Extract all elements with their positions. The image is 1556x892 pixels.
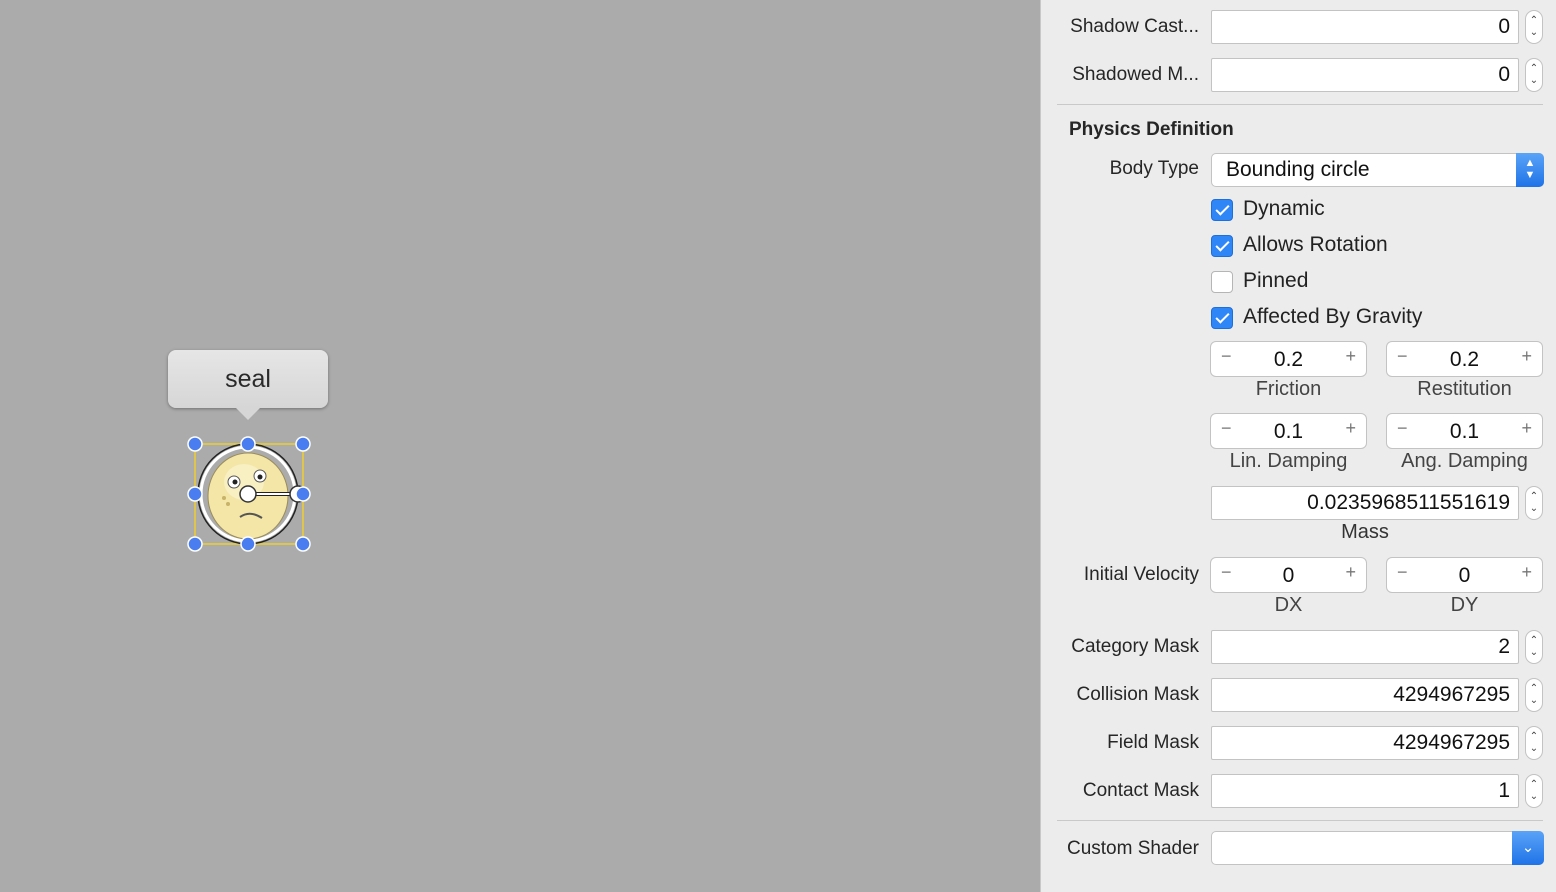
- velocity-dy-spinner[interactable]: − 0 +: [1386, 557, 1543, 593]
- contact-mask-field[interactable]: 1: [1211, 774, 1519, 808]
- increment-icon[interactable]: +: [1521, 562, 1532, 583]
- tooltip-pointer: [236, 408, 260, 420]
- allows-rotation-label: Allows Rotation: [1243, 233, 1388, 256]
- shadowed-mask-field[interactable]: 0: [1211, 58, 1519, 92]
- stepper-up-icon[interactable]: ⌃: [1526, 636, 1542, 646]
- increment-icon[interactable]: +: [1345, 346, 1356, 367]
- field-mask-field[interactable]: 4294967295: [1211, 726, 1519, 760]
- decrement-icon[interactable]: −: [1397, 562, 1408, 583]
- body-type-value: Bounding circle: [1226, 158, 1370, 181]
- stepper-down-icon[interactable]: ⌄: [1526, 648, 1542, 658]
- category-mask-field[interactable]: 2: [1211, 630, 1519, 664]
- allows-rotation-checkbox[interactable]: [1211, 235, 1233, 257]
- stepper-down-icon[interactable]: ⌄: [1526, 28, 1542, 38]
- collision-mask-stepper[interactable]: ⌃ ⌄: [1525, 678, 1543, 712]
- shadow-cast-stepper[interactable]: ⌃ ⌄: [1525, 10, 1543, 44]
- field-mask-stepper[interactable]: ⌃ ⌄: [1525, 726, 1543, 760]
- collision-mask-label: Collision Mask: [1076, 684, 1199, 705]
- seal-sprite-node[interactable]: [182, 432, 316, 556]
- restitution-label: Restitution: [1417, 378, 1512, 400]
- initial-velocity-label: Initial Velocity: [1083, 564, 1199, 585]
- scene-canvas[interactable]: seal: [0, 0, 1040, 892]
- friction-spinner[interactable]: − 0.2 +: [1210, 341, 1367, 377]
- stepper-down-icon[interactable]: ⌄: [1526, 504, 1542, 514]
- affected-by-gravity-label: Affected By Gravity: [1243, 305, 1423, 328]
- decrement-icon[interactable]: −: [1221, 418, 1232, 439]
- increment-icon[interactable]: +: [1521, 418, 1532, 439]
- increment-icon[interactable]: +: [1345, 418, 1356, 439]
- stepper-up-icon[interactable]: ⌃: [1526, 684, 1542, 694]
- category-mask-stepper[interactable]: ⌃ ⌄: [1525, 630, 1543, 664]
- section-divider: [1057, 104, 1543, 105]
- shadow-cast-field[interactable]: 0: [1211, 10, 1519, 44]
- shadowed-mask-stepper[interactable]: ⌃ ⌄: [1525, 58, 1543, 92]
- node-name-tooltip: seal: [168, 350, 328, 420]
- contact-mask-stepper[interactable]: ⌃ ⌄: [1525, 774, 1543, 808]
- mass-label: Mass: [1341, 521, 1389, 543]
- stepper-up-icon[interactable]: ⌃: [1526, 492, 1542, 502]
- velocity-dy-label: DY: [1450, 594, 1479, 616]
- decrement-icon[interactable]: −: [1221, 346, 1232, 367]
- ang-damping-value[interactable]: 0.1: [1417, 420, 1512, 444]
- stepper-up-icon[interactable]: ⌃: [1526, 16, 1542, 26]
- velocity-dy-value[interactable]: 0: [1417, 564, 1512, 588]
- physics-definition-heading: Physics Definition: [1069, 119, 1234, 140]
- contact-mask-label: Contact Mask: [1082, 780, 1199, 801]
- velocity-dx-label: DX: [1274, 594, 1303, 616]
- field-mask-label: Field Mask: [1107, 732, 1199, 753]
- custom-shader-label: Custom Shader: [1066, 838, 1199, 859]
- stepper-up-icon[interactable]: ⌃: [1526, 780, 1542, 790]
- stepper-down-icon[interactable]: ⌄: [1526, 744, 1542, 754]
- category-mask-label: Category Mask: [1071, 636, 1199, 657]
- increment-icon[interactable]: +: [1521, 346, 1532, 367]
- stepper-down-icon[interactable]: ⌄: [1526, 792, 1542, 802]
- shadow-cast-label: Shadow Cast...: [1070, 16, 1199, 37]
- attributes-inspector: Shadow Cast... 0 ⌃ ⌄ Shadowed M... 0 ⌃ ⌄…: [1040, 0, 1556, 892]
- stepper-down-icon[interactable]: ⌄: [1526, 696, 1542, 706]
- custom-shader-popup[interactable]: ⌄: [1211, 831, 1544, 865]
- body-type-popup[interactable]: Bounding circle ▲ ▼: [1211, 153, 1544, 187]
- ang-damping-spinner[interactable]: − 0.1 +: [1386, 413, 1543, 449]
- affected-by-gravity-checkbox[interactable]: [1211, 307, 1233, 329]
- shadowed-mask-label: Shadowed M...: [1072, 64, 1199, 85]
- chevron-down-icon: ⌄: [1512, 831, 1544, 865]
- dynamic-checkbox[interactable]: [1211, 199, 1233, 221]
- restitution-spinner[interactable]: − 0.2 +: [1386, 341, 1543, 377]
- lin-damping-label: Lin. Damping: [1229, 450, 1348, 472]
- pinned-checkbox[interactable]: [1211, 271, 1233, 293]
- popup-arrows-icon: ▲ ▼: [1516, 153, 1544, 187]
- decrement-icon[interactable]: −: [1397, 418, 1408, 439]
- collision-mask-field[interactable]: 4294967295: [1211, 678, 1519, 712]
- friction-label: Friction: [1255, 378, 1322, 400]
- friction-value[interactable]: 0.2: [1241, 348, 1336, 372]
- node-name-label: seal: [225, 365, 271, 393]
- lin-damping-spinner[interactable]: − 0.1 +: [1210, 413, 1367, 449]
- body-type-label: Body Type: [1109, 158, 1199, 179]
- stepper-up-icon[interactable]: ⌃: [1526, 732, 1542, 742]
- ang-damping-label: Ang. Damping: [1401, 450, 1528, 472]
- decrement-icon[interactable]: −: [1397, 346, 1408, 367]
- mass-stepper[interactable]: ⌃ ⌄: [1525, 486, 1543, 520]
- stepper-up-icon[interactable]: ⌃: [1526, 64, 1542, 74]
- seal-sprite-icon: [187, 436, 311, 552]
- increment-icon[interactable]: +: [1345, 562, 1356, 583]
- lin-damping-value[interactable]: 0.1: [1241, 420, 1336, 444]
- velocity-dx-spinner[interactable]: − 0 +: [1210, 557, 1367, 593]
- decrement-icon[interactable]: −: [1221, 562, 1232, 583]
- velocity-dx-value[interactable]: 0: [1241, 564, 1336, 588]
- dynamic-label: Dynamic: [1243, 197, 1325, 220]
- pinned-label: Pinned: [1243, 269, 1309, 292]
- stepper-down-icon[interactable]: ⌄: [1526, 76, 1542, 86]
- restitution-value[interactable]: 0.2: [1417, 348, 1512, 372]
- section-divider: [1057, 820, 1543, 821]
- mass-field[interactable]: 0.0235968511551619: [1211, 486, 1519, 520]
